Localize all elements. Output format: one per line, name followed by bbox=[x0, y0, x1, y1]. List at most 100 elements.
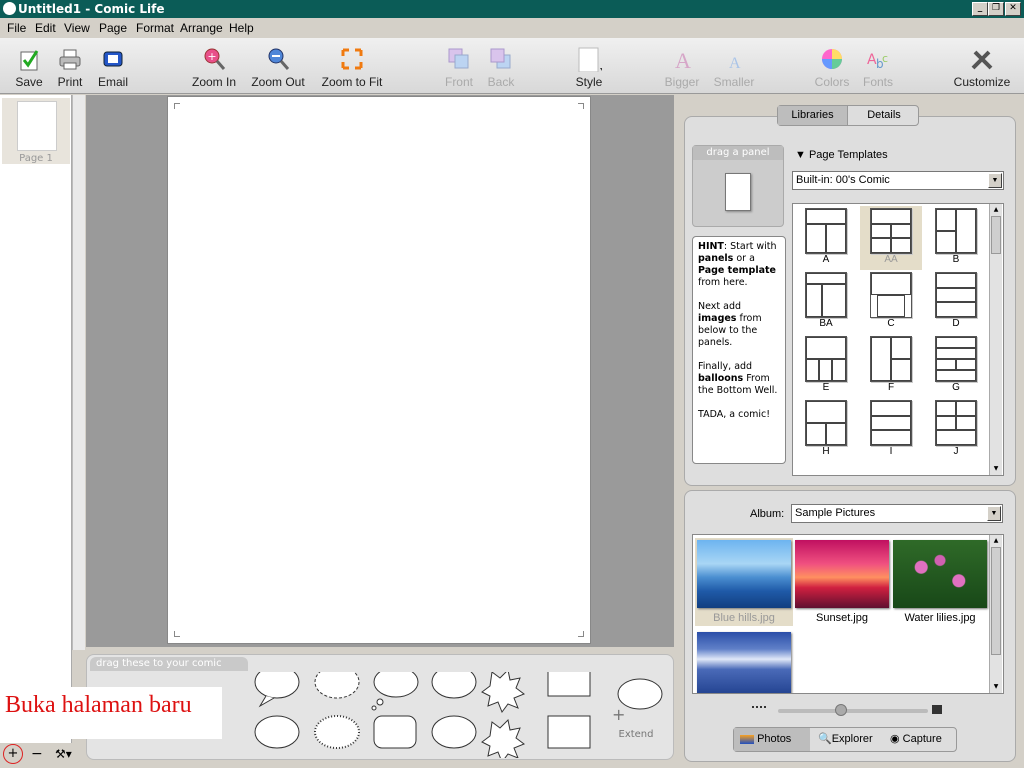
speech-balloon-2[interactable] bbox=[254, 715, 300, 749]
style-icon bbox=[578, 47, 602, 72]
template-item[interactable]: AA bbox=[860, 206, 922, 270]
zoom-to-fit-button[interactable]: Zoom to Fit bbox=[318, 46, 386, 89]
chevron-down-icon: ▼ bbox=[987, 506, 1001, 521]
photo-item[interactable] bbox=[695, 630, 793, 693]
photo-item[interactable]: Sunset.jpg bbox=[793, 538, 891, 626]
slider-knob[interactable] bbox=[835, 704, 847, 716]
template-label: G bbox=[952, 382, 960, 393]
caption-box-2[interactable] bbox=[547, 715, 591, 749]
email-button[interactable]: Email bbox=[96, 46, 130, 89]
burst-balloon[interactable] bbox=[481, 672, 526, 714]
menu-format[interactable]: Format bbox=[136, 21, 174, 35]
template-item[interactable]: C bbox=[860, 270, 922, 334]
tab-details[interactable]: Details bbox=[849, 106, 919, 125]
save-icon bbox=[20, 50, 39, 71]
bring-front-button[interactable]: Front bbox=[442, 46, 476, 89]
send-back-icon bbox=[490, 48, 511, 69]
drag-panel-source[interactable]: drag a panel bbox=[692, 145, 784, 227]
template-item[interactable]: I bbox=[860, 398, 922, 462]
add-page-button[interactable]: + bbox=[3, 744, 23, 764]
template-item[interactable]: B bbox=[925, 206, 987, 270]
template-item[interactable]: H bbox=[795, 398, 857, 462]
drag-panel-header: drag a panel bbox=[693, 146, 783, 160]
menu-arrange[interactable]: Arrange bbox=[180, 21, 223, 35]
zoom-out-button[interactable]: Zoom Out bbox=[248, 46, 308, 89]
customize-button[interactable]: Customize bbox=[950, 46, 1014, 89]
scroll-down-icon[interactable]: ▼ bbox=[991, 682, 1001, 692]
photo-grid: Blue hills.jpg Sunset.jpg Water lilies.j… bbox=[692, 534, 1004, 694]
bigger-text-icon: A bbox=[675, 48, 691, 72]
tab-explorer[interactable]: 🔍Explorer bbox=[812, 728, 884, 751]
style-button[interactable]: Style bbox=[572, 46, 606, 89]
template-set-select[interactable]: Built-in: 00's Comic ▼ bbox=[792, 171, 1004, 190]
template-scrollbar[interactable]: ▲ ▼ bbox=[989, 204, 1002, 475]
tab-photos[interactable]: Photos bbox=[734, 728, 810, 751]
zoom-in-button[interactable]: + Zoom In bbox=[188, 46, 240, 89]
thought-balloon[interactable] bbox=[371, 672, 419, 711]
scroll-thumb[interactable] bbox=[991, 216, 1001, 254]
app-icon[interactable] bbox=[3, 2, 16, 15]
wavy-balloon[interactable] bbox=[373, 715, 417, 749]
menu-view[interactable]: View bbox=[64, 21, 90, 35]
album-select[interactable]: Sample Pictures ▼ bbox=[791, 504, 1003, 523]
whisper-balloon[interactable] bbox=[314, 672, 360, 699]
crop-mark bbox=[174, 103, 180, 109]
title-bar: Untitled1 - Comic Life _ ❐ ✕ bbox=[0, 0, 1024, 18]
camera-icon: ◉ bbox=[890, 733, 900, 745]
photo-scrollbar[interactable]: ▲ ▼ bbox=[989, 535, 1002, 693]
template-item[interactable]: E bbox=[795, 334, 857, 398]
photo-item[interactable]: Water lilies.jpg bbox=[891, 538, 989, 626]
page-tools-button[interactable]: ⚒▾ bbox=[55, 747, 72, 761]
burst-balloon-2[interactable] bbox=[481, 718, 526, 758]
template-item[interactable]: A bbox=[795, 206, 857, 270]
template-item[interactable]: BA bbox=[795, 270, 857, 334]
extend-button[interactable]: + Extend bbox=[604, 676, 668, 740]
comic-page[interactable] bbox=[167, 96, 591, 644]
scroll-thumb[interactable] bbox=[991, 547, 1001, 655]
menu-edit[interactable]: Edit bbox=[35, 21, 56, 35]
menu-file[interactable]: File bbox=[7, 21, 26, 35]
fonts-button[interactable]: Abc Fonts bbox=[860, 46, 896, 89]
page-templates-header[interactable]: ▼ Page Templates bbox=[795, 149, 888, 161]
maximize-button[interactable]: ❐ bbox=[988, 2, 1004, 16]
remove-page-button[interactable]: − bbox=[31, 746, 43, 762]
speech-balloon[interactable] bbox=[254, 672, 300, 708]
template-item[interactable]: G bbox=[925, 334, 987, 398]
print-button[interactable]: Print bbox=[54, 46, 86, 89]
smaller-button[interactable]: A Smaller bbox=[710, 46, 758, 89]
menu-help[interactable]: Help bbox=[229, 21, 254, 35]
close-button[interactable]: ✕ bbox=[1005, 2, 1021, 16]
tab-libraries[interactable]: Libraries bbox=[778, 106, 848, 125]
crop-mark bbox=[578, 103, 584, 109]
thumbnail-size-slider[interactable] bbox=[778, 709, 928, 713]
tab-capture[interactable]: ◉ Capture bbox=[884, 728, 956, 751]
caption-box[interactable] bbox=[547, 672, 591, 697]
cloud-balloon[interactable] bbox=[431, 715, 477, 749]
scroll-down-icon[interactable]: ▼ bbox=[991, 464, 1001, 474]
save-button[interactable]: Save bbox=[12, 46, 46, 89]
svg-text:+: + bbox=[612, 705, 625, 724]
small-size-icon bbox=[752, 706, 766, 710]
template-label: H bbox=[822, 446, 830, 457]
minimize-button[interactable]: _ bbox=[972, 2, 988, 16]
send-back-button[interactable]: Back bbox=[484, 46, 518, 89]
template-thumbnail bbox=[870, 208, 912, 254]
photo-source-tabs: Photos 🔍Explorer ◉ Capture bbox=[733, 727, 957, 752]
menu-bar: File Edit View Page Format Arrange Help bbox=[0, 18, 1024, 38]
template-item[interactable]: D bbox=[925, 270, 987, 334]
page-thumbnail[interactable]: Page 1 bbox=[2, 98, 70, 164]
round-balloon[interactable] bbox=[431, 672, 477, 699]
template-item[interactable]: F bbox=[860, 334, 922, 398]
colors-button[interactable]: Colors bbox=[812, 46, 852, 89]
scroll-up-icon[interactable]: ▲ bbox=[991, 536, 1001, 546]
scallop-balloon[interactable] bbox=[314, 715, 360, 749]
template-grid: A AA B BA C D E F G H I J bbox=[792, 203, 1004, 476]
email-icon bbox=[103, 51, 123, 67]
bigger-button[interactable]: A Bigger bbox=[660, 46, 704, 89]
scroll-up-icon[interactable]: ▲ bbox=[991, 205, 1001, 215]
pages-scrollbar[interactable] bbox=[72, 95, 85, 650]
photo-item[interactable]: Blue hills.jpg bbox=[695, 538, 793, 626]
template-thumbnail bbox=[805, 400, 847, 446]
menu-page[interactable]: Page bbox=[99, 21, 127, 35]
template-item[interactable]: J bbox=[925, 398, 987, 462]
